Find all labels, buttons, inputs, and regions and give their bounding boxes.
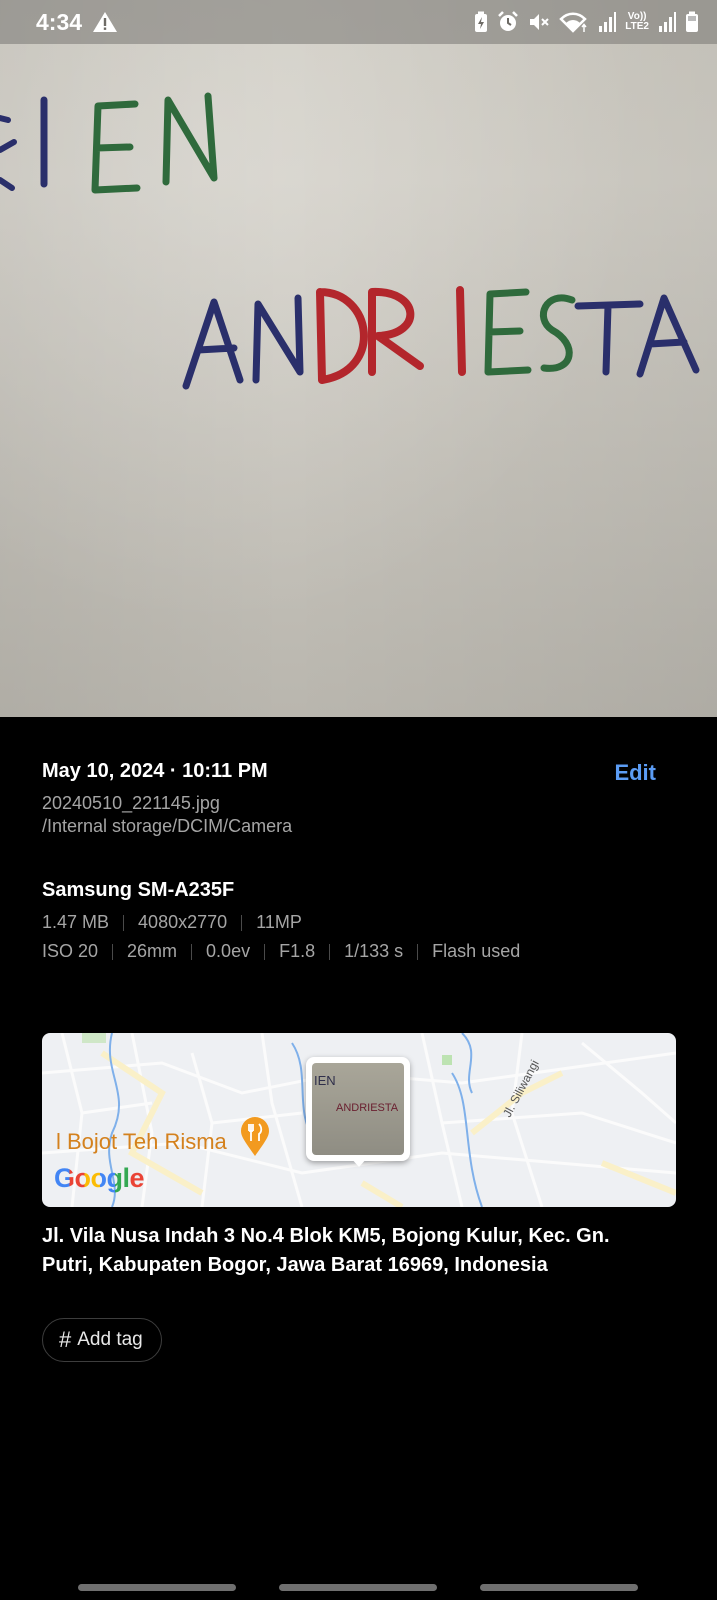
spec-aperture: F1.8 [279,941,316,961]
spec-megapixels: 11MP [256,912,302,932]
spec-exposure-value: 0.0ev [206,941,251,961]
date-time: May 10, 2024 · 10:11 PM [42,760,268,782]
thumbnail-image: IEN ANDRIESTA [314,1073,399,1114]
signal-icon [599,12,617,32]
date-row: May 10, 2024 · 10:11 PM Edit [42,760,676,790]
location-address: Jl. Vila Nusa Indah 3 No.4 Blok KM5, Boj… [42,1225,610,1276]
spec-divider [191,943,193,960]
restaurant-pin-icon[interactable] [240,1117,270,1157]
google-logo-text: Google [54,1163,145,1193]
google-logo: Google [54,1163,145,1194]
camera-specs-row: ISO 20 26mm 0.0ev F1.8 1/133 s Flash use… [42,941,676,962]
nav-handle-right[interactable] [480,1584,638,1591]
spec-divider [112,943,114,960]
photo-viewer[interactable] [0,0,717,717]
status-bar: 4:34 Vo)) LTE2 [0,0,717,44]
volte-icon: Vo)) LTE2 [625,12,649,32]
details-panel: May 10, 2024 · 10:11 PM Edit 20240510_22… [42,760,676,962]
location-map[interactable]: Jl. Siliwangi l Bojot Teh Risma Google I… [42,1033,676,1207]
battery-saver-icon [475,11,488,32]
nav-handle-center[interactable] [279,1584,437,1591]
hash-icon: # [59,1327,72,1352]
alarm-icon [498,11,519,31]
mute-icon [530,14,549,30]
map-thumbnail-pointer [350,1157,368,1167]
add-tag-button[interactable]: # Add tag [42,1318,162,1362]
file-specs-row: 1.47 MB 4080x2770 11MP [42,912,676,933]
battery-icon [686,11,698,32]
spec-flash: Flash used [432,941,521,961]
spec-focal-length: 26mm [127,941,178,961]
edit-button[interactable]: Edit [614,760,656,786]
spec-divider [264,943,266,960]
map-photo-thumbnail[interactable]: IEN ANDRIESTA [306,1057,410,1161]
map-thumbnail-image: IEN ANDRIESTA [312,1063,404,1155]
thumbnail-text-2: ANDRIESTA [336,1102,399,1114]
spec-divider [241,914,243,931]
warning-icon [93,12,118,32]
volte-label-bottom: LTE2 [625,21,649,32]
nav-handle-left[interactable] [78,1584,236,1591]
status-time: 4:34 [36,8,83,35]
thumbnail-text-1: IEN [314,1073,336,1088]
spec-size: 1.47 MB [42,912,110,932]
spec-divider [123,914,125,931]
status-icons: Vo)) LTE2 [474,11,699,33]
spec-iso: ISO 20 [42,941,99,961]
spec-divider [417,943,419,960]
signal-icon-2 [659,12,676,32]
wifi-icon [559,12,588,33]
spec-shutter-speed: 1/133 s [344,941,404,961]
spec-divider [329,943,331,960]
map-place-label[interactable]: l Bojot Teh Risma [56,1129,227,1155]
handwritten-name-image [0,92,700,390]
file-path: /Internal storage/DCIM/Camera [42,816,293,836]
add-tag-label: Add tag [77,1329,143,1350]
file-name: 20240510_221145.jpg [42,793,220,813]
device-name: Samsung SM-A235F [42,879,235,901]
spec-resolution: 4080x2770 [138,912,228,932]
gesture-navigation-bar [0,1576,717,1600]
